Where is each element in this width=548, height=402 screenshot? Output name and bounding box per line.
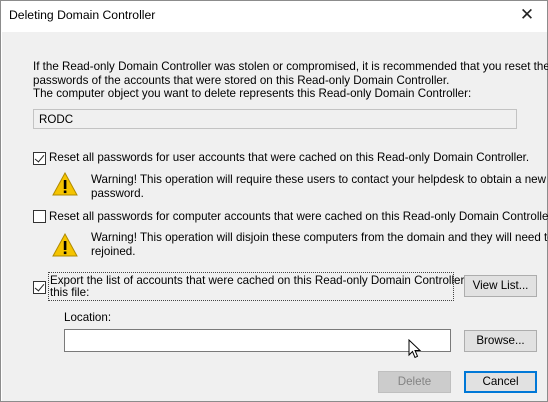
intro-text: If the Read-only Domain Controller was s… bbox=[33, 60, 548, 101]
title-bar[interactable]: Deleting Domain Controller ✕ bbox=[1, 1, 547, 31]
browse-button[interactable]: Browse... bbox=[464, 330, 537, 352]
reset-users-label-text: Reset all passwords for user accounts th… bbox=[49, 151, 530, 164]
close-icon[interactable]: ✕ bbox=[513, 3, 541, 27]
computer-object-field: RODC bbox=[33, 109, 517, 129]
intro-line-1: If the Read-only Domain Controller was s… bbox=[33, 60, 548, 73]
location-label-text: Location: bbox=[64, 311, 112, 324]
warning-icon bbox=[52, 233, 78, 257]
intro-line-2: passwords of the accounts that were stor… bbox=[33, 73, 450, 87]
view-list-label: View List... bbox=[472, 279, 529, 292]
window-title: Deleting Domain Controller bbox=[9, 8, 156, 22]
reset-users-checkbox[interactable] bbox=[33, 152, 46, 165]
mouse-pointer-icon bbox=[408, 339, 422, 359]
browse-label: Browse... bbox=[476, 334, 525, 347]
cancel-button[interactable]: Cancel bbox=[464, 371, 537, 393]
reset-computers-checkbox[interactable] bbox=[33, 210, 46, 223]
view-list-button[interactable]: View List... bbox=[464, 275, 537, 297]
dialog-window: Deleting Domain Controller ✕ If the Read… bbox=[0, 0, 548, 402]
reset-computers-warning-line-2: rejoined. bbox=[91, 244, 136, 258]
reset-users-warning-line-2: password. bbox=[91, 186, 144, 200]
cancel-label: Cancel bbox=[482, 375, 519, 388]
reset-computers-label[interactable]: Reset all passwords for computer account… bbox=[49, 210, 548, 223]
delete-label: Delete bbox=[397, 375, 432, 388]
reset-computers-warning: Warning! This operation will disjoin the… bbox=[91, 231, 548, 258]
intro-line-3: The computer object you want to delete r… bbox=[33, 87, 472, 100]
export-checkbox[interactable] bbox=[33, 281, 46, 294]
warning-icon bbox=[52, 172, 78, 196]
reset-computers-label-text: Reset all passwords for computer account… bbox=[49, 210, 548, 223]
reset-users-warning-line-1: Warning! This operation will require the… bbox=[91, 173, 546, 186]
location-label: Location: bbox=[64, 311, 111, 324]
delete-button[interactable]: Delete bbox=[378, 371, 451, 393]
export-label-focus[interactable]: Export the list of accounts that were ca… bbox=[48, 272, 477, 301]
location-input[interactable] bbox=[64, 329, 451, 352]
dialog-body: If the Read-only Domain Controller was s… bbox=[2, 32, 548, 401]
reset-users-warning: Warning! This operation will require the… bbox=[91, 173, 546, 200]
export-label-line-2: this file: bbox=[50, 286, 90, 299]
reset-computers-warning-line-1: Warning! This operation will disjoin the… bbox=[91, 231, 548, 244]
reset-users-label[interactable]: Reset all passwords for user accounts th… bbox=[49, 151, 529, 164]
export-label-line-1: Export the list of accounts that were ca… bbox=[50, 274, 478, 287]
